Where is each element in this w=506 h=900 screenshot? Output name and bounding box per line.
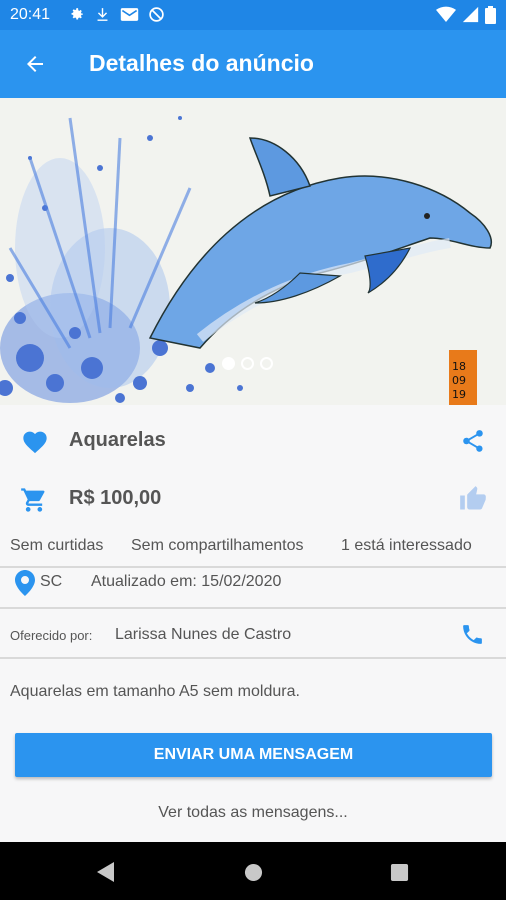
location-state: SC — [40, 573, 63, 590]
item-price: R$ 100,00 — [69, 487, 162, 509]
nav-home-icon[interactable] — [244, 863, 263, 882]
do-not-disturb-icon — [149, 7, 164, 22]
app-bar: Detalhes do anúncio — [0, 30, 506, 98]
thumbs-up-icon[interactable] — [458, 485, 488, 513]
gmail-icon — [120, 8, 139, 21]
battery-icon — [485, 6, 496, 24]
arrow-left-icon[interactable] — [22, 52, 48, 76]
page-title: Detalhes do anúncio — [89, 50, 314, 76]
seller-row: Oferecido por: Larissa Nunes de Castro — [0, 618, 506, 654]
carousel-indicator[interactable] — [222, 357, 273, 370]
title-row: Aquarelas — [0, 420, 506, 462]
price-row: R$ 100,00 — [0, 478, 506, 520]
phone-icon[interactable] — [460, 622, 485, 647]
nav-back-icon[interactable] — [96, 861, 116, 883]
svg-text:19: 19 — [452, 388, 466, 401]
heart-icon[interactable] — [21, 428, 49, 454]
status-time: 20:41 — [10, 6, 51, 23]
share-icon[interactable] — [460, 427, 486, 455]
svg-text:09: 09 — [452, 374, 466, 387]
see-all-messages-link[interactable]: Ver todas as mensagens... — [0, 804, 506, 822]
seller-name[interactable]: Larissa Nunes de Castro — [115, 626, 291, 644]
likes-count: Sem curtidas — [10, 537, 104, 554]
signal-icon — [462, 6, 479, 23]
nav-recents-icon[interactable] — [390, 863, 409, 882]
stats-row: Sem curtidas Sem compartilhamentos 1 est… — [0, 537, 506, 557]
carousel-dot[interactable] — [222, 357, 235, 370]
wifi-icon — [436, 6, 456, 22]
send-message-button[interactable]: ENVIAR UMA MENSAGEM — [15, 733, 492, 777]
location-pin-icon — [15, 570, 35, 596]
divider — [0, 607, 506, 609]
navigation-bar — [0, 842, 506, 900]
cart-icon — [21, 488, 45, 512]
painting-date: 18 — [452, 360, 466, 373]
item-title: Aquarelas — [69, 429, 166, 451]
status-bar: 20:41 — [0, 0, 506, 30]
divider — [0, 657, 506, 659]
carousel-dot[interactable] — [260, 357, 273, 370]
gear-icon — [71, 8, 83, 20]
carousel-dot[interactable] — [241, 357, 254, 370]
offered-by-label: Oferecido por: — [10, 628, 93, 643]
item-description: Aquarelas em tamanho A5 sem moldura. — [10, 683, 300, 700]
location-row: SC Atualizado em: 15/02/2020 — [0, 568, 506, 604]
interested-count: 1 está interessado — [341, 537, 472, 554]
shares-count: Sem compartilhamentos — [131, 537, 304, 554]
download-icon — [97, 8, 108, 21]
updated-date: Atualizado em: 15/02/2020 — [91, 573, 282, 590]
